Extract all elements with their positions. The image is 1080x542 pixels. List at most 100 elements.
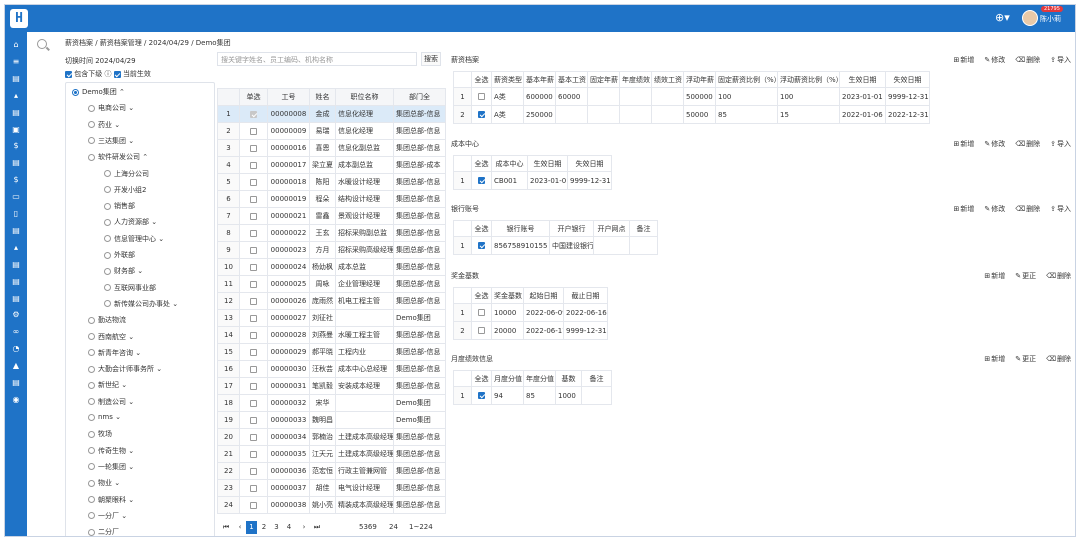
table-row[interactable]: 23 00000037 胡佳 电气设计经理 集团总部-信息 — [217, 479, 446, 497]
sidebar-nav-icon[interactable]: ◉ — [10, 395, 22, 405]
sidebar-nav-icon[interactable]: ≡ — [10, 57, 22, 67]
page-size[interactable]: 24 — [389, 521, 398, 534]
row-checkbox[interactable] — [250, 501, 257, 509]
tree-radio[interactable] — [104, 235, 111, 243]
add-button[interactable]: ⊞新增 — [948, 140, 974, 148]
tree-radio[interactable] — [88, 104, 95, 112]
table-row[interactable]: 17 00000031 笔凯毅 安装成本经理 集团总部-信息 — [217, 377, 446, 395]
table-row[interactable]: 11 00000025 周咏 企业管理经理 集团总部-信息 — [217, 275, 446, 293]
chevron-down-icon[interactable]: ⌄ — [126, 496, 134, 504]
sidebar-nav-icon[interactable]: $ — [10, 141, 22, 151]
row-checkbox[interactable] — [478, 309, 485, 316]
row-checkbox[interactable] — [250, 467, 257, 475]
tree-node[interactable]: 电商公司 ⌄ — [88, 103, 134, 113]
sidebar-nav-icon[interactable]: ▤ — [10, 226, 22, 236]
tree-radio[interactable] — [104, 300, 111, 308]
chevron-down-icon[interactable]: ⌄ — [113, 413, 121, 421]
row-checkbox[interactable] — [250, 229, 257, 237]
row-select[interactable] — [471, 303, 492, 322]
current-effective-checkbox[interactable] — [113, 70, 121, 78]
sidebar-nav-icon[interactable]: $ — [10, 175, 22, 185]
add-button[interactable]: ⊞新增 — [979, 272, 1005, 280]
row-checkbox[interactable] — [250, 144, 257, 152]
tree-radio[interactable] — [88, 430, 95, 438]
tree-radio[interactable] — [104, 251, 111, 259]
table-row[interactable]: 8 00000022 王玄 招标采购副总监 集团总部-信息 — [217, 224, 446, 242]
chevron-up-icon[interactable]: ⌃ — [117, 88, 125, 96]
tree-radio[interactable] — [88, 381, 95, 389]
row-select[interactable] — [239, 445, 268, 463]
row-select[interactable] — [239, 326, 268, 344]
row-select[interactable] — [239, 207, 268, 225]
row-select[interactable] — [239, 275, 268, 293]
sidebar-nav-icon[interactable]: ▤ — [10, 74, 22, 84]
row-checkbox[interactable] — [250, 399, 257, 407]
tree-node[interactable]: 开发小组2 — [104, 185, 146, 195]
table-row[interactable]: 1 CB001 2023-01-01 9999-12-31 — [453, 171, 612, 190]
row-checkbox[interactable] — [478, 242, 485, 249]
employee-search-input[interactable]: 搜关键字姓名、员工编码、机构名称 — [217, 52, 417, 66]
sidebar-nav-icon[interactable]: ▤ — [10, 108, 22, 118]
correct-button[interactable]: ✎更正 — [1010, 272, 1036, 280]
search-icon[interactable] — [37, 39, 47, 49]
table-row[interactable]: 3 00000016 喜恩 信息化副总监 集团总部-信息 — [217, 139, 446, 157]
edit-button[interactable]: ✎修改 — [979, 205, 1005, 213]
row-select[interactable] — [239, 224, 268, 242]
row-select[interactable] — [239, 190, 268, 208]
chevron-up-icon[interactable]: ⌃ — [140, 153, 148, 161]
tree-radio[interactable] — [88, 349, 95, 357]
tree-radio[interactable] — [104, 170, 111, 177]
chevron-down-icon[interactable]: ⌄ — [133, 349, 141, 357]
table-row[interactable]: 1 94 85 1000 — [453, 386, 612, 405]
row-select[interactable] — [239, 105, 268, 123]
chevron-down-icon[interactable]: ⌄ — [154, 365, 162, 373]
row-checkbox[interactable] — [250, 127, 257, 135]
row-select[interactable] — [239, 377, 268, 395]
row-select[interactable] — [239, 258, 268, 276]
edit-button[interactable]: ✎修改 — [979, 140, 1005, 148]
delete-button[interactable]: ⌫删除 — [1010, 56, 1040, 64]
sidebar-nav-icon[interactable]: ⌂ — [10, 40, 22, 50]
row-select[interactable] — [239, 428, 268, 446]
tree-radio[interactable] — [88, 512, 95, 520]
chevron-down-icon[interactable]: ⌄ — [119, 512, 127, 520]
chevron-down-icon[interactable]: ⌄ — [135, 267, 143, 275]
tree-node[interactable]: nms ⌄ — [88, 413, 121, 421]
row-select[interactable] — [471, 321, 492, 340]
row-checkbox[interactable] — [478, 111, 485, 118]
row-select[interactable] — [471, 87, 492, 106]
page-number[interactable]: 4 — [284, 521, 295, 534]
row-select[interactable] — [471, 171, 492, 190]
table-row[interactable]: 9 00000023 方月 招标采购高级经理 集团总部-信息 — [217, 241, 446, 259]
row-checkbox[interactable] — [250, 484, 257, 492]
sidebar-nav-icon[interactable]: ▲ — [10, 361, 22, 371]
row-checkbox[interactable] — [250, 450, 257, 458]
tree-node[interactable]: 新青年咨询 ⌄ — [88, 348, 141, 358]
tree-node[interactable]: 大勤会计师事务所 ⌄ — [88, 364, 162, 374]
tree-radio[interactable] — [104, 218, 111, 226]
user-name[interactable]: 陈小莉 — [1040, 14, 1061, 24]
chevron-down-icon[interactable]: ⌄ — [126, 333, 134, 341]
row-checkbox[interactable] — [250, 297, 257, 305]
column-header[interactable]: 全选 — [471, 155, 492, 172]
row-select[interactable] — [471, 105, 492, 124]
tree-node[interactable]: 软件研发公司 ⌃ — [88, 152, 148, 162]
tree-node[interactable]: 朝聚眼科 ⌄ — [88, 495, 134, 505]
chevron-down-icon[interactable]: ⌄ — [126, 463, 134, 471]
row-select[interactable] — [239, 411, 268, 429]
table-row[interactable]: 5 00000018 陈阳 水暖设计经理 集团总部-信息 — [217, 173, 446, 191]
row-checkbox[interactable] — [250, 246, 257, 254]
tree-node[interactable]: 人力资源部 ⌄ — [104, 217, 157, 227]
last-page-icon[interactable]: ⏭ — [312, 521, 322, 534]
tree-radio[interactable] — [104, 284, 111, 292]
table-row[interactable]: 13 00000027 刘征社 Demo集团 — [217, 309, 446, 327]
row-checkbox[interactable] — [250, 161, 257, 169]
table-row[interactable]: 1 10000 2022-06-09 2022-06-16 — [453, 303, 608, 322]
table-row[interactable]: 2 20000 2022-06-17 9999-12-31 — [453, 321, 608, 340]
tree-radio[interactable] — [104, 202, 111, 210]
tree-radio[interactable] — [88, 413, 95, 421]
tree-node[interactable]: Demo集团 ⌃ — [72, 87, 125, 97]
next-page-icon[interactable]: › — [299, 521, 309, 534]
table-row[interactable]: 1 856758910155 中国建设银行 — [453, 236, 658, 255]
tree-node[interactable]: 物业 ⌄ — [88, 478, 120, 488]
